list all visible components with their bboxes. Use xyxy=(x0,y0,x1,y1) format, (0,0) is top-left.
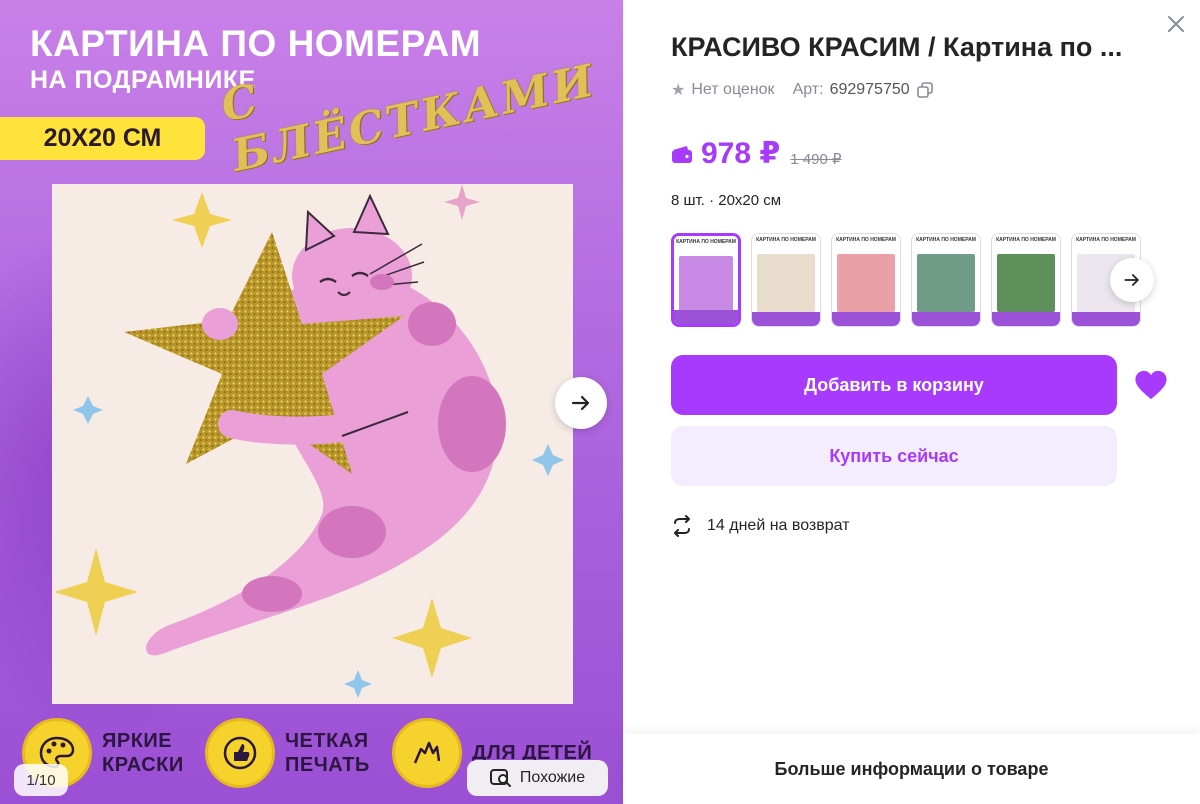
image-counter: 1/10 xyxy=(14,764,68,796)
add-to-cart-button[interactable]: Добавить в корзину xyxy=(671,355,1117,415)
heart-icon[interactable] xyxy=(1134,369,1168,401)
variant-thumbnail[interactable]: КАРТИНА ПО НОМЕРАМ xyxy=(751,233,821,327)
thumbnail-footer xyxy=(832,312,900,326)
painting-preview xyxy=(52,184,573,704)
old-price: 1 490 ₽ xyxy=(790,150,842,168)
variant-thumbnail[interactable]: КАРТИНА ПО НОМЕРАМ xyxy=(831,233,901,327)
thumbnail-header: КАРТИНА ПО НОМЕРАМ xyxy=(1072,234,1140,254)
thumbnail-header: КАРТИНА ПО НОМЕРАМ xyxy=(832,234,900,254)
thumbnail-footer xyxy=(912,312,980,326)
feature-line-2: ПЕЧАТЬ xyxy=(285,754,370,776)
buy-now-button[interactable]: Купить сейчас xyxy=(671,426,1117,486)
thumbnail-image xyxy=(679,256,733,314)
price-value: 978 ₽ xyxy=(701,137,781,170)
thumbnail-header: КАРТИНА ПО НОМЕРАМ xyxy=(752,234,820,254)
article-label: Арт: xyxy=(792,81,824,98)
current-price: 978 ₽ xyxy=(671,136,780,171)
thumbnail-image xyxy=(917,254,975,312)
price-row: 978 ₽ 1 490 ₽ xyxy=(671,136,842,171)
thumbnail-image xyxy=(997,254,1055,312)
thumbnail-footer xyxy=(752,312,820,326)
next-image-button[interactable] xyxy=(555,377,607,429)
feature-clear-print: ЧЕТКАЯ ПЕЧАТЬ xyxy=(205,718,370,788)
variant-info: 8 шт. · 20х20 см xyxy=(671,192,782,209)
arrow-right-icon xyxy=(1124,274,1139,286)
similar-products-button[interactable]: Похожие xyxy=(467,760,608,796)
product-image-gallery: КАРТИНА ПО НОМЕРАМ НА ПОДРАМНИКЕ 20Х20 С… xyxy=(0,0,623,804)
close-icon[interactable] xyxy=(1164,12,1188,36)
thumbnail-footer xyxy=(992,312,1060,326)
thumbnail-image xyxy=(837,254,895,312)
variant-thumbnail[interactable]: КАРТИНА ПО НОМЕРАМ xyxy=(671,233,741,327)
thumbs-up-icon xyxy=(205,718,275,788)
thumbnail-footer xyxy=(674,310,738,324)
product-title[interactable]: КРАСИВО КРАСИМ / Картина по ... xyxy=(671,32,1151,63)
feature-line-1: ЯРКИЕ xyxy=(102,730,173,752)
cat-with-star-illustration xyxy=(54,184,564,698)
similar-label: Похожие xyxy=(519,769,586,786)
banner-size-tag: 20Х20 СМ xyxy=(0,117,205,160)
copy-icon[interactable] xyxy=(916,81,934,99)
product-info-panel: КРАСИВО КРАСИМ / Картина по ... ★ Нет оц… xyxy=(623,0,1200,804)
thumbnail-header: КАРТИНА ПО НОМЕРАМ xyxy=(912,234,980,254)
image-search-icon xyxy=(489,769,511,787)
arrow-right-icon xyxy=(571,395,590,411)
feature-line-2: КРАСКИ xyxy=(102,754,184,776)
thumbnail-image xyxy=(757,254,815,312)
thumbnail-footer xyxy=(1072,312,1140,326)
thumbnail-header: КАРТИНА ПО НОМЕРАМ xyxy=(992,234,1060,254)
variant-thumbnail[interactable]: КАРТИНА ПО НОМЕРАМ xyxy=(991,233,1061,327)
article-number: 692975750 xyxy=(829,81,910,98)
feature-line-1: ЧЕТКАЯ xyxy=(285,730,369,752)
refresh-icon xyxy=(674,515,690,537)
thumbnails-next-button[interactable] xyxy=(1110,258,1154,302)
variant-thumbnails: КАРТИНА ПО НОМЕРАМ КАРТИНА ПО НОМЕРАМ КАРТ… xyxy=(671,233,1141,327)
hands-icon xyxy=(392,718,462,788)
star-icon: ★ xyxy=(671,82,686,99)
thumbnail-header: КАРТИНА ПО НОМЕРАМ xyxy=(674,236,738,256)
variant-thumbnail[interactable]: КАРТИНА ПО НОМЕРАМ xyxy=(911,233,981,327)
product-meta: ★ Нет оценок Арт: 692975750 xyxy=(671,80,934,100)
rating-text[interactable]: Нет оценок xyxy=(691,81,774,99)
wallet-icon xyxy=(672,145,692,163)
returns-text: 14 дней на возврат xyxy=(707,517,850,534)
returns-info: 14 дней на возврат xyxy=(671,515,850,537)
more-info-button[interactable]: Больше информации о товаре xyxy=(623,734,1200,804)
